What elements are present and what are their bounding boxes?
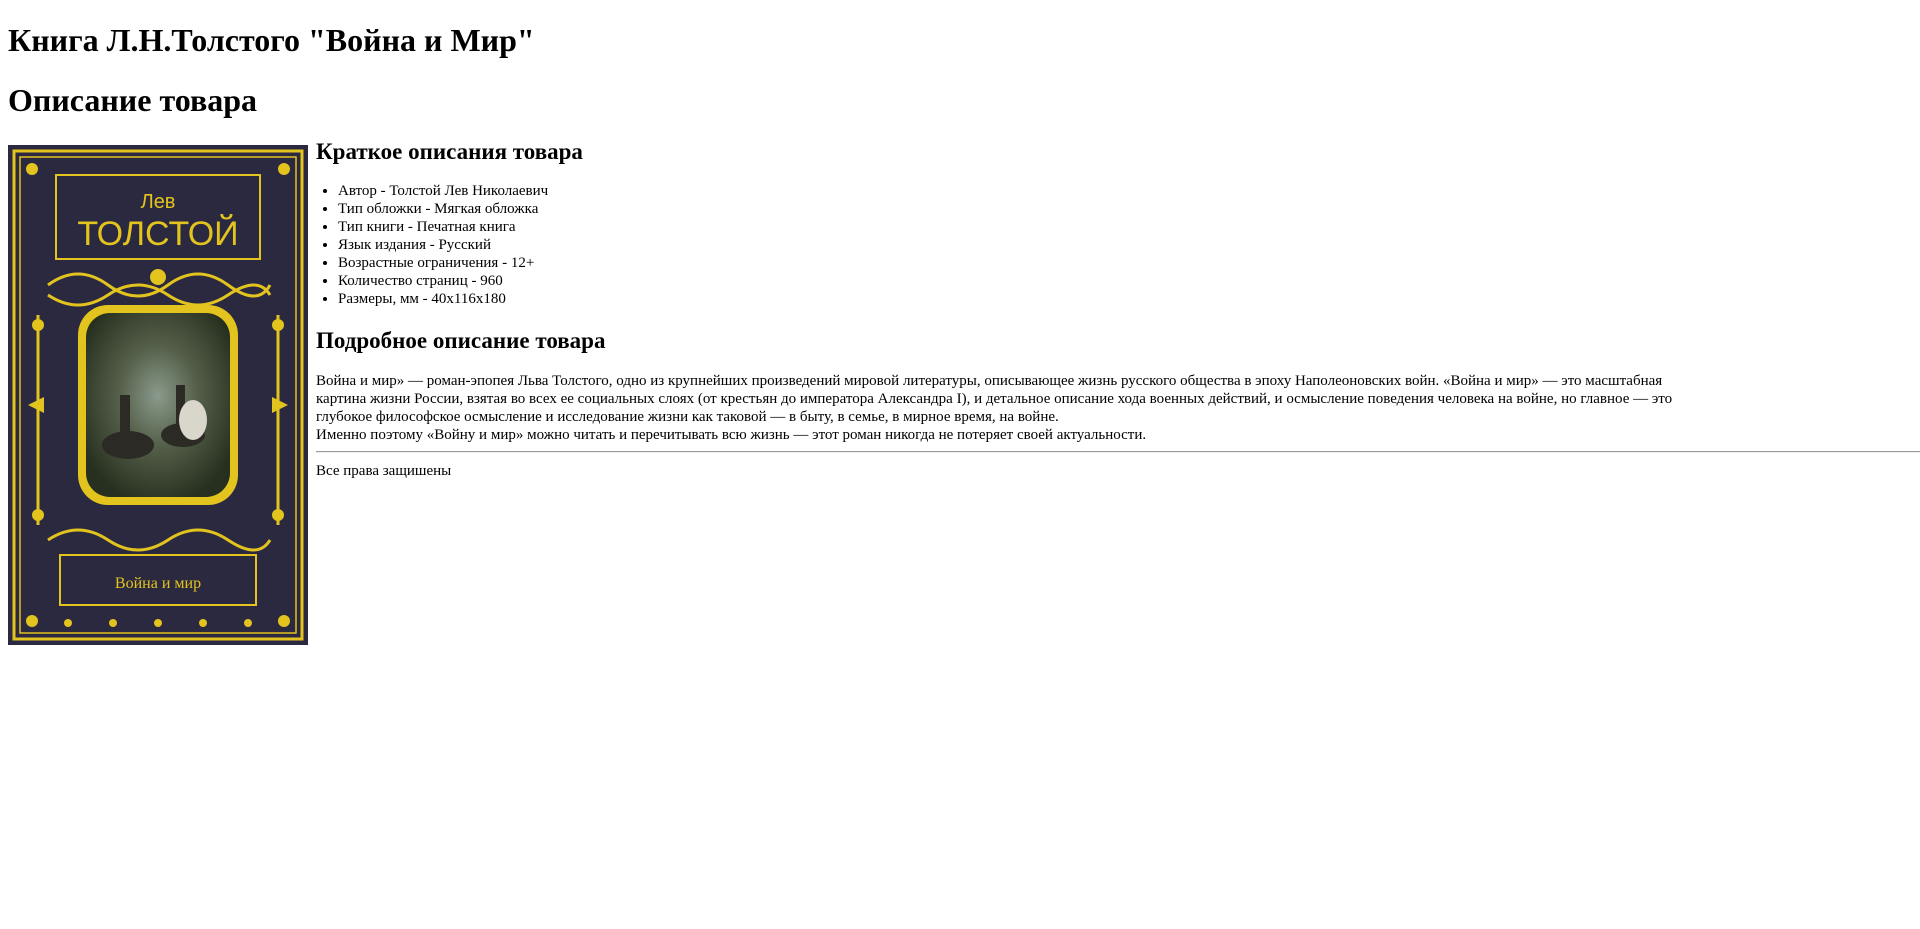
cover-book-title: Война и мир [115, 575, 201, 592]
description-paragraph: Именно поэтому «Войну и мир» можно читат… [316, 427, 1147, 443]
list-item: Размеры, мм - 40x116x180 [338, 290, 1920, 308]
book-cover-image: Лев ТОЛСТОЙ Война и мир [8, 145, 308, 645]
list-item: Количество страниц - 960 [338, 272, 1920, 290]
specs-list: Автор - Толстой Лев Николаевич Тип облож… [316, 182, 1920, 308]
list-item: Тип обложки - Мягкая обложка [338, 200, 1920, 218]
short-description-heading: Краткое описания товара [316, 139, 583, 164]
list-item: Возрастные ограничения - 12+ [338, 254, 1920, 272]
footer-copyright: Все права защишены [316, 463, 452, 479]
cover-author-last: ТОЛСТОЙ [77, 215, 238, 253]
list-item: Язык издания - Русский [338, 236, 1920, 254]
product-info: Краткое описания товара Автор - Толстой … [316, 136, 1920, 480]
section-title: Описание товара [8, 82, 258, 118]
description-paragraph: Война и мир» — роман-эпопея Льва Толстог… [316, 373, 1673, 425]
divider [316, 451, 1920, 453]
list-item: Автор - Толстой Лев Николаевич [338, 182, 1920, 200]
detailed-description-text: Война и мир» — роман-эпопея Льва Толстог… [316, 372, 1676, 444]
list-item: Тип книги - Печатная книга [338, 218, 1920, 236]
cover-author-first: Лев [141, 191, 176, 213]
page-title: Книга Л.Н.Толстого "Война и Мир" [8, 22, 535, 58]
detailed-description-heading: Подробное описание товара [316, 328, 606, 353]
